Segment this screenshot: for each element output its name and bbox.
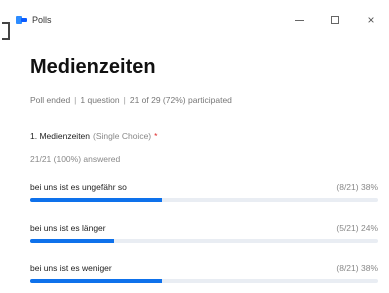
option-count: (8/21) xyxy=(336,263,359,273)
zoom-app-icon xyxy=(16,15,28,25)
minimize-icon xyxy=(294,19,304,21)
meta-separator: | xyxy=(123,95,126,105)
option-result: (5/21) 24% xyxy=(336,223,378,233)
poll-option: bei uns ist es länger (5/21) 24% xyxy=(30,223,378,253)
polls-window: Polls × Medienzeiten Poll ended | 1 questi… xyxy=(14,0,389,283)
background-window-edge xyxy=(0,0,14,282)
close-button[interactable]: × xyxy=(353,10,389,30)
poll-option: bei uns ist es weniger (8/21) 38% xyxy=(30,263,378,293)
option-progress-track xyxy=(30,198,378,202)
poll-status: Poll ended xyxy=(30,95,71,105)
option-result: (8/21) 38% xyxy=(336,182,378,192)
option-progress-track xyxy=(30,239,378,243)
question-label: 1. Medienzeiten xyxy=(30,131,91,141)
maximize-button[interactable] xyxy=(317,10,353,30)
required-marker: * xyxy=(154,131,158,141)
participation: 21 of 29 (72%) participated xyxy=(129,95,232,105)
option-progress-fill xyxy=(30,239,114,243)
poll-meta: Poll ended | 1 question | 21 of 29 (72%) par… xyxy=(30,95,232,105)
option-label: bei uns ist es länger xyxy=(30,223,106,233)
option-percent: 38% xyxy=(360,182,378,192)
window-title: Polls xyxy=(32,15,52,25)
window-controls: × xyxy=(281,10,389,30)
option-label: bei uns ist es weniger xyxy=(30,263,112,273)
poll-title: Medienzeiten xyxy=(30,56,156,78)
option-progress-fill xyxy=(30,198,163,202)
background-window-glyph xyxy=(2,22,10,40)
minimize-button[interactable] xyxy=(281,10,317,30)
option-percent: 38% xyxy=(360,263,378,273)
question-header: 1. Medienzeiten (Single Choice) * xyxy=(30,131,157,141)
question-type: (Single Choice) xyxy=(93,131,152,141)
maximize-icon xyxy=(331,16,339,24)
option-progress-fill xyxy=(30,279,163,283)
option-label: bei uns ist es ungefähr so xyxy=(30,182,127,192)
option-result: (8/21) 38% xyxy=(336,263,378,273)
poll-option: bei uns ist es ungefähr so (8/21) 38% xyxy=(30,182,378,212)
option-count: (5/21) xyxy=(336,223,359,233)
option-percent: 24% xyxy=(360,223,378,233)
title-bar: Polls × xyxy=(14,0,389,40)
option-progress-track xyxy=(30,279,378,283)
answered-count: 21/21 (100%) answered xyxy=(30,154,121,164)
question-count: 1 question xyxy=(80,95,120,105)
meta-separator: | xyxy=(74,95,77,105)
close-icon: × xyxy=(367,13,375,27)
option-count: (8/21) xyxy=(336,182,359,192)
